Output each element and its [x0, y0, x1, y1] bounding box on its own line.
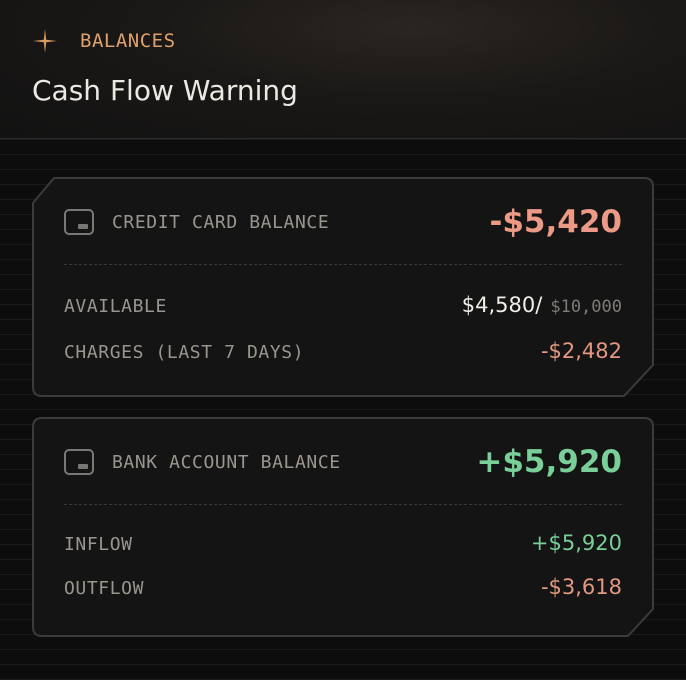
available-label: AVAILABLE	[64, 296, 167, 317]
card-icon	[64, 449, 94, 475]
header: BALANCES Cash Flow Warning	[0, 0, 686, 139]
available-value: $4,580/	[461, 293, 543, 317]
inflow-label: INFLOW	[64, 534, 133, 555]
divider	[64, 264, 622, 265]
credit-limit-value: $10,000	[550, 297, 622, 317]
bank-account-balance-card: BANK ACCOUNT BALANCE +$5,920 INFLOW +$5,…	[32, 417, 654, 637]
bank-account-label: BANK ACCOUNT BALANCE	[112, 451, 341, 473]
eyebrow-label: BALANCES	[80, 30, 176, 52]
credit-card-label: CREDIT CARD BALANCE	[112, 211, 330, 233]
bank-account-balance-value: +$5,920	[476, 444, 622, 480]
credit-card-balance-card: CREDIT CARD BALANCE -$5,420 AVAILABLE $4…	[32, 177, 654, 397]
divider	[64, 504, 622, 505]
outflow-label: OUTFLOW	[64, 578, 145, 599]
charges-value: -$2,482	[540, 339, 622, 363]
inflow-value: +$5,920	[530, 531, 622, 555]
page-title: Cash Flow Warning	[32, 74, 298, 107]
sparkle-icon	[33, 29, 57, 53]
charges-label: CHARGES (LAST 7 DAYS)	[64, 342, 305, 363]
outflow-value: -$3,618	[540, 575, 622, 599]
credit-card-balance-value: -$5,420	[489, 204, 623, 240]
card-icon	[64, 209, 94, 235]
eyebrow: BALANCES	[32, 28, 176, 54]
